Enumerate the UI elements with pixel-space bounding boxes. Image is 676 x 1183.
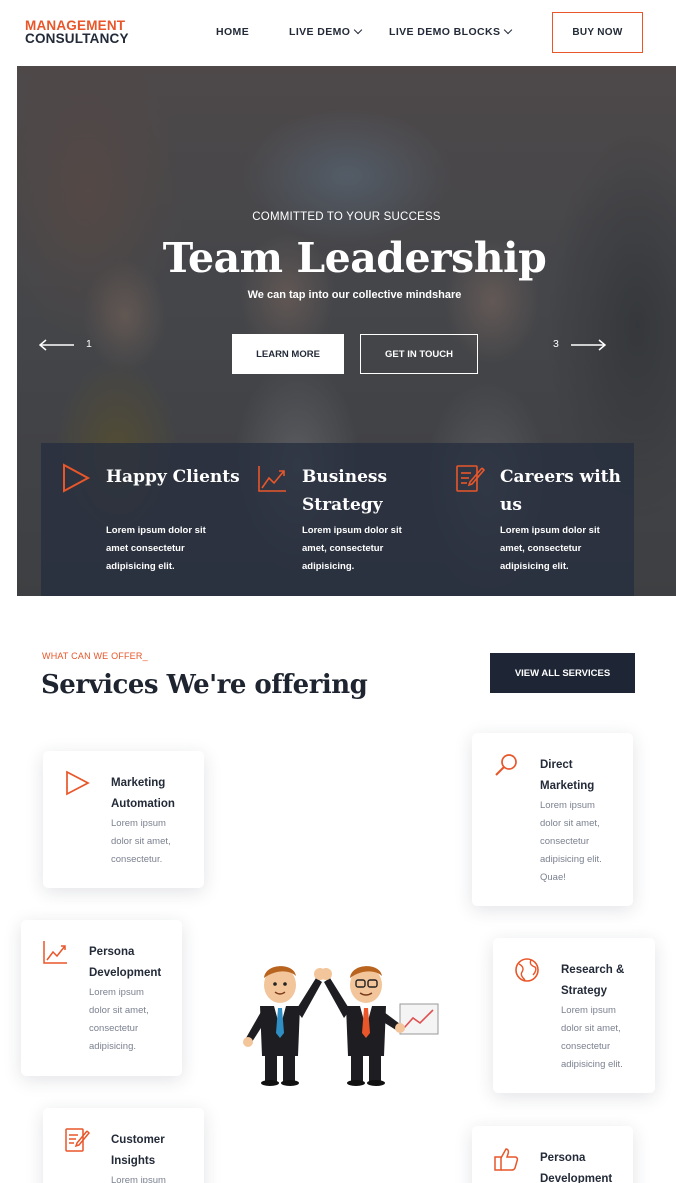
- search-icon: [495, 754, 517, 776]
- feature-text: Lorem ipsum dolor sit amet consectetur a…: [106, 525, 206, 572]
- service-card-text: Lorem ipsum dolor sit amet, consectetur …: [89, 987, 149, 1052]
- services-kicker: WHAT CAN WE OFFER_: [42, 651, 148, 661]
- globe-icon: [515, 958, 539, 982]
- slide-prev-number: 1: [86, 338, 92, 350]
- hero-features-panel: Happy Clients Lorem ipsum dolor sit amet…: [41, 443, 634, 596]
- services-title: Services We're offering: [41, 670, 368, 700]
- service-card-marketing-automation[interactable]: Marketing Automation Lorem ipsum dolor s…: [43, 751, 204, 888]
- hero-subtitle: We can tap into our collective mindshare: [247, 289, 462, 301]
- service-card-research-strategy[interactable]: Research & Strategy Lorem ipsum dolor si…: [493, 938, 655, 1093]
- service-card-text: Lorem ipsum dolor sit amet, consectetur.: [111, 818, 171, 865]
- service-card-title: Persona Development: [540, 1152, 613, 1183]
- service-card-title: Customer Insights: [111, 1134, 165, 1167]
- slide-prev-button[interactable]: 1: [39, 338, 92, 351]
- get-in-touch-button[interactable]: GET IN TOUCH: [360, 334, 478, 374]
- chevron-down-icon: [354, 25, 363, 35]
- nav-live-demo-blocks-label: LIVE DEMO BLOCKS: [389, 26, 501, 38]
- service-card-text: Lorem ipsum: [111, 1175, 166, 1183]
- play-icon: [66, 770, 90, 796]
- slide-next-button[interactable]: 3: [553, 338, 606, 351]
- feature-title: Business Strategy: [302, 467, 388, 515]
- chart-line-icon: [43, 941, 67, 964]
- chevron-down-icon: [504, 25, 513, 35]
- buy-now-button[interactable]: BUY NOW: [552, 12, 643, 53]
- service-card-customer-insights[interactable]: Customer Insights Lorem ipsum: [43, 1108, 204, 1183]
- feature-title: Happy Clients: [106, 467, 240, 487]
- hero-title: Team Leadership: [162, 234, 547, 282]
- nav-home-label: HOME: [216, 26, 250, 38]
- service-card-persona-development[interactable]: Persona Development Lorem ipsum dolor si…: [21, 920, 182, 1076]
- service-card-direct-marketing[interactable]: Direct Marketing Lorem ipsum dolor sit a…: [472, 733, 633, 906]
- feature-text: Lorem ipsum dolor sit amet, consectetur …: [500, 525, 600, 572]
- service-card-title: Marketing Automation: [111, 777, 175, 810]
- arrow-left-icon: [39, 339, 74, 351]
- hero-slider: COMMITTED TO YOUR SUCCESS Team Leadershi…: [17, 66, 676, 596]
- nav-live-demo-blocks[interactable]: LIVE DEMO BLOCKS: [389, 25, 513, 38]
- logo-line-2: CONSULTANCY: [25, 31, 129, 46]
- service-card-text: Lorem ipsum dolor sit amet, consectetur …: [561, 1005, 623, 1070]
- play-icon: [63, 463, 91, 493]
- feature-title: Careers with us: [500, 467, 621, 515]
- thumbs-up-icon: [494, 1148, 519, 1171]
- learn-more-button[interactable]: LEARN MORE: [232, 334, 344, 374]
- chart-line-icon: [258, 466, 286, 492]
- hero-kicker: COMMITTED TO YOUR SUCCESS: [252, 211, 441, 223]
- service-card-title: Direct Marketing: [540, 759, 595, 792]
- service-card-persona-development-2[interactable]: Persona Development: [472, 1126, 633, 1183]
- view-all-services-button[interactable]: VIEW ALL SERVICES: [490, 653, 635, 693]
- feature-text: Lorem ipsum dolor sit amet, consectetur …: [302, 525, 402, 572]
- slide-next-number: 3: [553, 338, 559, 350]
- service-card-title: Persona Development: [89, 946, 162, 979]
- nav-home[interactable]: HOME: [216, 26, 249, 38]
- service-card-text: Lorem ipsum dolor sit amet, consectetur …: [540, 800, 602, 883]
- nav-live-demo-label: LIVE DEMO: [289, 26, 351, 38]
- site-header: MANAGEMENT CONSULTANCY HOME LIVE DEMO LI…: [0, 0, 676, 66]
- nav-live-demo[interactable]: LIVE DEMO: [289, 25, 363, 38]
- edit-document-icon: [456, 465, 485, 492]
- service-card-title: Research & Strategy: [561, 964, 625, 997]
- logo[interactable]: MANAGEMENT CONSULTANCY: [25, 19, 129, 46]
- business-high-five-illustration: [243, 966, 439, 1086]
- edit-document-icon: [65, 1128, 90, 1152]
- arrow-right-icon: [570, 339, 606, 351]
